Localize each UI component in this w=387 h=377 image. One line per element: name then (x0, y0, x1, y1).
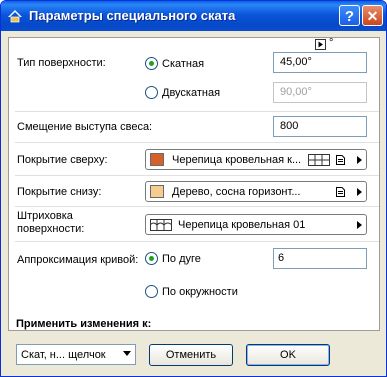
hatch-pattern-icon (150, 219, 172, 231)
dialog-content: ° Тип поверхности: Скатная 45,00° Двуска… (4, 31, 383, 373)
popup-arrow-icon (357, 188, 362, 196)
double-slope-angle-field: 90,00° (273, 82, 367, 103)
popup-arrow-icon (357, 156, 362, 164)
popup-arrow-icon (357, 221, 362, 229)
bottom-cover-label: Покрытие снизу: (17, 186, 102, 198)
angle-unit-toggle[interactable] (315, 39, 326, 50)
divider (15, 206, 379, 207)
surface-type-label: Тип поверхности: (17, 57, 106, 69)
curve-arc-radio[interactable] (145, 252, 158, 265)
curve-circle-radio[interactable] (145, 285, 158, 298)
curve-circle-label: По окружности (162, 286, 238, 298)
divider (15, 241, 379, 242)
curve-label: Аппроксимация кривой: (17, 254, 139, 266)
top-cover-popup[interactable]: Черепица кровельная к... (145, 149, 367, 170)
title-bar[interactable]: Параметры специального ската ? ✕ (1, 1, 386, 31)
angle-unit-label: ° (329, 37, 334, 49)
roof-icon (8, 10, 22, 23)
surface-double-radio[interactable] (145, 86, 158, 99)
cancel-button[interactable]: Отменить (149, 344, 233, 366)
curve-arc-label: По дуге (162, 253, 201, 265)
hatch-label: Штриховка поверхности: (17, 210, 85, 235)
document-icon (336, 155, 345, 165)
settings-panel: ° Тип поверхности: Скатная 45,00° Двуска… (8, 37, 380, 331)
divider (15, 175, 379, 176)
surface-single-radio[interactable] (145, 57, 158, 70)
dialog-title: Параметры специального ската (29, 8, 236, 23)
bottom-cover-popup[interactable]: Дерево, сосна горизонт... (145, 181, 367, 202)
apply-to-value: Скат, н... щелчок (21, 349, 106, 361)
hatch-value: Черепица кровельная 01 (178, 219, 306, 231)
ok-button[interactable]: OK (246, 344, 330, 366)
apply-to-select[interactable]: Скат, н... щелчок (16, 344, 136, 365)
play-arrow-icon (318, 41, 323, 48)
eave-offset-label: Смещение выступа свеса: (17, 121, 153, 133)
close-button[interactable]: ✕ (362, 5, 383, 26)
dialog-window: Параметры специального ската ? ✕ ° Тип п… (0, 0, 387, 377)
apply-label: Применить изменения к: (16, 318, 152, 330)
slope-angle-field[interactable]: 45,00° (273, 52, 367, 73)
chevron-down-icon (123, 351, 131, 356)
top-cover-swatch (150, 153, 164, 166)
top-cover-value: Черепица кровельная к... (172, 154, 302, 166)
top-cover-label: Покрытие сверху: (17, 154, 108, 166)
bottom-cover-swatch (150, 185, 164, 198)
tile-pattern-icon (308, 154, 330, 166)
hatch-popup[interactable]: Черепица кровельная 01 (145, 214, 367, 235)
divider (15, 142, 379, 143)
divider (15, 111, 379, 112)
surface-single-label: Скатная (162, 58, 205, 70)
document-icon (336, 187, 345, 197)
eave-offset-field[interactable]: 800 (273, 116, 367, 137)
help-button[interactable]: ? (339, 5, 360, 26)
curve-segments-field[interactable]: 6 (273, 248, 367, 269)
surface-double-label: Двускатная (162, 87, 221, 99)
bottom-cover-value: Дерево, сосна горизонт... (172, 186, 301, 198)
